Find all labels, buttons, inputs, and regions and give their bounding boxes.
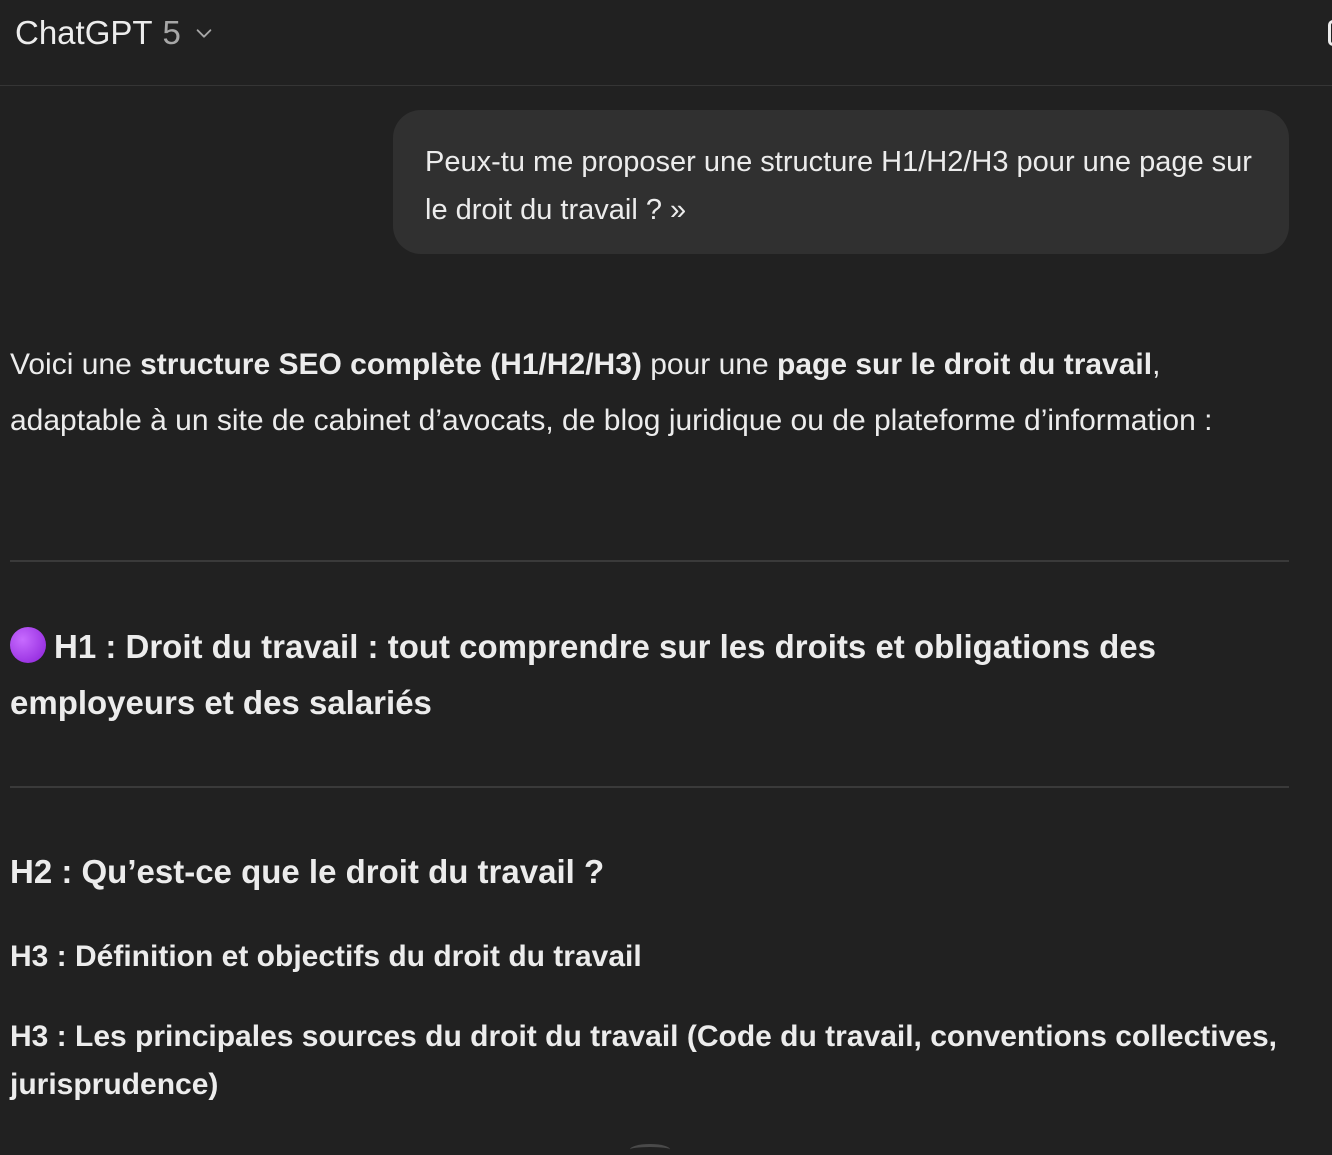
h1-heading-text: H1 : Droit du travail : tout comprendre … [10, 628, 1156, 721]
scroll-down-indicator[interactable] [630, 1144, 670, 1155]
assistant-intro-paragraph: Voici une structure SEO complète (H1/H2/… [10, 337, 1290, 449]
chevron-down-icon [196, 29, 212, 38]
divider [10, 786, 1289, 788]
h2-heading: H2 : Qu’est-ce que le droit du travail ? [10, 853, 605, 890]
h1-heading: H1 : Droit du travail : tout comprendre … [10, 619, 1290, 731]
model-version: 5 [162, 14, 181, 51]
intro-bold-2: page sur le droit du travail [777, 348, 1153, 381]
purple-circle-icon [10, 627, 46, 663]
user-message-text: Peux-tu me proposer une structure H1/H2/… [425, 146, 1252, 226]
intro-bold-1: structure SEO complète (H1/H2/H3) [140, 348, 642, 381]
divider [10, 560, 1289, 562]
top-bar: ChatGPT 5 [0, 0, 1332, 86]
user-message-bubble: Peux-tu me proposer une structure H1/H2/… [393, 110, 1289, 254]
panel-icon[interactable] [1328, 20, 1332, 46]
model-selector-button[interactable]: ChatGPT 5 [15, 14, 215, 52]
h3-heading: H3 : Les principales sources du droit du… [10, 1020, 1278, 1101]
intro-text-2: pour une [641, 348, 777, 381]
model-name: ChatGPT [15, 14, 153, 51]
h3-heading: H3 : Définition et objectifs du droit du… [10, 940, 642, 973]
intro-text-1: Voici une [10, 348, 141, 381]
